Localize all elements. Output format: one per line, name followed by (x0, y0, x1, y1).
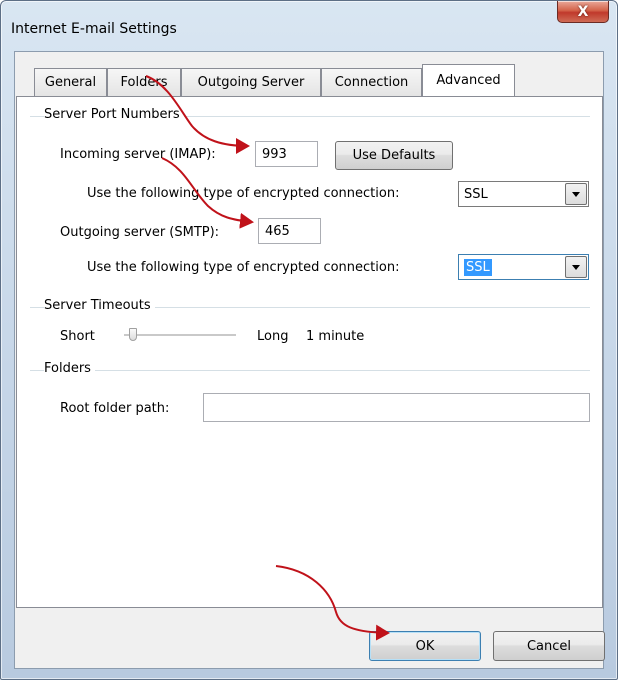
root-folder-input[interactable] (203, 393, 590, 422)
tab-advanced-label: Advanced (436, 73, 501, 88)
group-divider-folders (30, 370, 590, 371)
outgoing-port-field[interactable]: 465 (258, 218, 321, 244)
tab-outgoing-server[interactable]: Outgoing Server (181, 68, 321, 96)
outgoing-encryption-label: Use the following type of encrypted conn… (87, 260, 400, 275)
incoming-port-value: 993 (262, 146, 287, 162)
tab-outgoing-server-label: Outgoing Server (197, 75, 305, 90)
timeout-short-label: Short (60, 329, 95, 344)
incoming-encryption-label: Use the following type of encrypted conn… (87, 186, 400, 201)
advanced-tab-panel (16, 96, 603, 608)
outgoing-port-value: 465 (265, 223, 290, 239)
timeout-long-label: Long (257, 329, 289, 344)
ok-label: OK (415, 638, 435, 654)
use-defaults-button[interactable]: Use Defaults (335, 141, 453, 170)
root-folder-label: Root folder path: (60, 401, 170, 416)
close-button[interactable]: X (557, 1, 609, 23)
tab-connection-label: Connection (334, 75, 409, 90)
tab-folders[interactable]: Folders (107, 68, 181, 96)
outgoing-server-label: Outgoing server (SMTP): (60, 225, 220, 240)
incoming-server-label: Incoming server (IMAP): (60, 147, 216, 162)
folders-heading: Folders (44, 361, 95, 376)
tab-general-label: General (44, 75, 97, 90)
chevron-down-icon[interactable] (565, 183, 587, 205)
cancel-button[interactable]: Cancel (493, 631, 605, 661)
incoming-encryption-select[interactable]: SSL (458, 181, 589, 207)
ok-button[interactable]: OK (369, 631, 481, 661)
server-port-numbers-heading: Server Port Numbers (44, 107, 184, 122)
timeout-value-label: 1 minute (306, 329, 365, 344)
window-title: Internet E-mail Settings (11, 21, 177, 37)
incoming-encryption-value: SSL (464, 186, 488, 202)
outgoing-encryption-select[interactable]: SSL (458, 254, 589, 280)
tab-advanced[interactable]: Advanced (422, 64, 515, 96)
timeout-slider-handle[interactable] (129, 328, 137, 341)
use-defaults-label: Use Defaults (352, 148, 436, 163)
close-icon: X (577, 3, 589, 20)
chevron-down-icon[interactable] (565, 256, 587, 278)
tab-connection[interactable]: Connection (321, 68, 422, 96)
outgoing-encryption-value: SSL (464, 258, 492, 276)
incoming-port-field[interactable]: 993 (255, 141, 318, 167)
tab-general[interactable]: General (34, 68, 107, 96)
tab-folders-label: Folders (120, 75, 168, 90)
timeout-slider-track[interactable] (124, 334, 236, 337)
server-timeouts-heading: Server Timeouts (44, 298, 155, 313)
cancel-label: Cancel (526, 638, 572, 654)
